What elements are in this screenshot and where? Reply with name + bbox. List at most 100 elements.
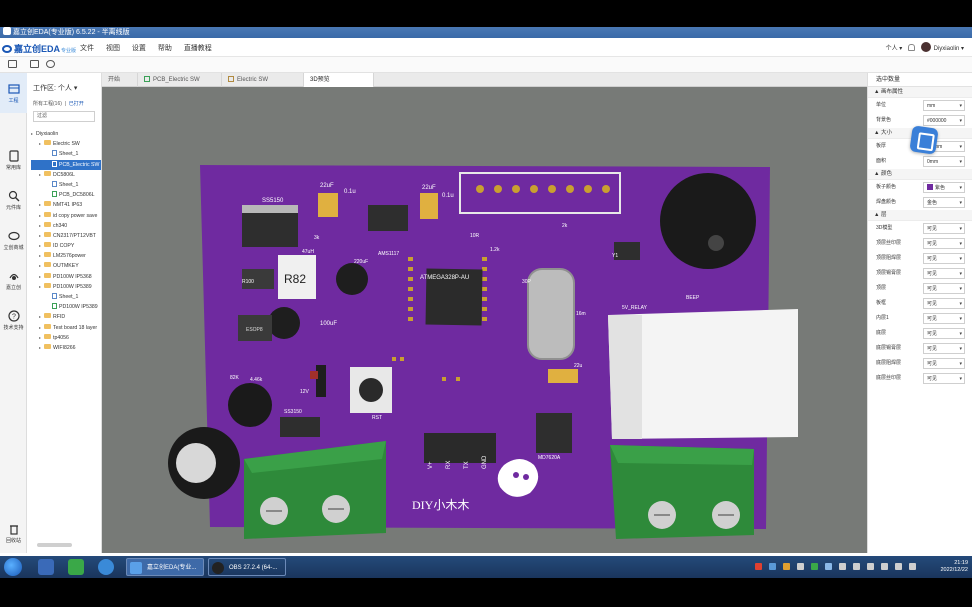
tray-app-icon-2[interactable] bbox=[769, 563, 776, 570]
menu-view[interactable]: 视图 bbox=[106, 45, 120, 52]
tab-start[interactable]: 开始 bbox=[102, 73, 138, 87]
silk-220uf: 220uF bbox=[354, 259, 368, 265]
task-obs[interactable]: OBS 27.2.4 (64-... bbox=[208, 558, 286, 576]
property-value-select[interactable]: 可见 ▾ bbox=[923, 253, 965, 264]
tray-app-icon-1[interactable] bbox=[755, 563, 762, 570]
3d-preview-viewport[interactable]: SS5150 22uF 0.1u 22uF 0.1u AMS1117 47uH … bbox=[102, 87, 867, 553]
nav-jlc[interactable]: 嘉立创 bbox=[0, 270, 27, 291]
media-player-icon[interactable] bbox=[68, 559, 84, 575]
property-value-select[interactable]: 可见 ▾ bbox=[923, 298, 965, 309]
opened-projects-tab[interactable]: 已打开 bbox=[69, 101, 84, 107]
property-value-select[interactable]: 可见 ▾ bbox=[923, 223, 965, 234]
tree-item[interactable]: ▸ tp4056 bbox=[31, 333, 101, 343]
tray-app-icon-7[interactable] bbox=[839, 563, 846, 570]
property-row: 顶层阻焊层 可见 ▾ bbox=[868, 251, 972, 266]
property-value-select[interactable]: 金色 ▾ bbox=[923, 197, 965, 208]
tab-electric-sw[interactable]: Electric SW bbox=[222, 73, 304, 87]
tab-pcb-electric-sw[interactable]: PCB_Electric SW bbox=[138, 73, 222, 87]
tree-scrollbar[interactable] bbox=[37, 543, 72, 547]
tab-3d-preview[interactable]: 3D预览 bbox=[304, 73, 374, 87]
menu-help[interactable]: 帮助 bbox=[158, 45, 172, 52]
tree-item[interactable]: ▸ Test board 18 layer bbox=[31, 323, 101, 333]
tree-item[interactable]: ▸ Electric SW bbox=[31, 139, 101, 149]
property-value-select[interactable]: 可见 ▾ bbox=[923, 328, 965, 339]
tree-item[interactable]: ▸ PD100W IP5368 bbox=[31, 272, 101, 282]
property-value-select[interactable]: 可见 ▾ bbox=[923, 313, 965, 324]
menu-live-tutorial[interactable]: 直播教程 bbox=[184, 45, 212, 52]
tree-item[interactable]: PCB_DC5806L bbox=[31, 190, 101, 200]
all-projects-tab[interactable]: 所有工程(16) bbox=[33, 101, 62, 107]
tree-filter-input[interactable]: 过滤 bbox=[33, 111, 95, 122]
property-value-select[interactable]: 可见 ▾ bbox=[923, 268, 965, 279]
property-value-select[interactable]: mm ▾ bbox=[923, 100, 965, 111]
tray-app-icon-8[interactable] bbox=[853, 563, 860, 570]
property-value-select[interactable]: 紫色 ▾ bbox=[923, 182, 965, 193]
tree-item[interactable]: ▸ Diyxiaolin bbox=[31, 129, 101, 139]
properties-section-header[interactable]: ▲ 颜色 bbox=[868, 169, 972, 180]
tree-item[interactable]: Sheet_1 bbox=[31, 149, 101, 159]
windows-start-icon[interactable] bbox=[4, 558, 22, 576]
tree-item[interactable]: ▸ NMT41 IP63 bbox=[31, 200, 101, 210]
property-value-select[interactable]: 0mm ▾ bbox=[923, 156, 965, 167]
tray-app-icon-4[interactable] bbox=[797, 563, 804, 570]
network-icon[interactable] bbox=[909, 563, 916, 570]
nav-lcsc-mall[interactable]: 立创商城 bbox=[0, 230, 27, 251]
silk-diy-brand: DIY小木木 bbox=[412, 498, 469, 512]
property-row: 内层1 可见 ▾ bbox=[868, 311, 972, 326]
property-value-select[interactable]: 可见 ▾ bbox=[923, 343, 965, 354]
system-clock[interactable]: 21:19 2022/12/22 bbox=[940, 560, 968, 574]
tree-item[interactable]: ▸ ch340 bbox=[31, 221, 101, 231]
tree-item[interactable]: PCB_Electric SW bbox=[31, 159, 101, 170]
tray-app-icon-6[interactable] bbox=[825, 563, 832, 570]
property-value-select[interactable]: 可见 ▾ bbox=[923, 283, 965, 294]
properties-section-header[interactable]: ▲ 画布属性 bbox=[868, 87, 972, 98]
nav-common-library[interactable]: 常用库 bbox=[0, 150, 27, 171]
user-name[interactable]: Diyxiaolin bbox=[934, 46, 960, 52]
property-value-select[interactable]: #000000 ▾ bbox=[923, 115, 965, 126]
pcb-3d-render[interactable]: SS5150 22uF 0.1u 22uF 0.1u AMS1117 47uH … bbox=[102, 87, 867, 553]
app-logo[interactable]: 嘉立创EDA专业版 bbox=[2, 42, 76, 55]
tray-app-icon-5[interactable] bbox=[811, 563, 818, 570]
tree-item[interactable]: Sheet_1 bbox=[31, 180, 101, 190]
tree-item[interactable]: ▸ CN2317/PT12VBT bbox=[31, 231, 101, 241]
nav-project[interactable]: 工程 bbox=[0, 73, 27, 113]
nav-component-library[interactable]: 元件库 bbox=[0, 190, 27, 211]
property-row: 底层锡膏层 可见 ▾ bbox=[868, 341, 972, 356]
property-value-select[interactable]: 可见 ▾ bbox=[923, 238, 965, 249]
network-app-icon[interactable] bbox=[38, 559, 54, 575]
nav-recycle-bin[interactable]: 回收站 bbox=[0, 523, 27, 544]
home-icon[interactable] bbox=[8, 60, 17, 68]
tree-item[interactable]: ▸ LM2576power bbox=[31, 251, 101, 261]
tree-item[interactable]: ▸ DC5806L bbox=[31, 170, 101, 180]
tree-item[interactable]: ▸ PD100W IP5389 bbox=[31, 282, 101, 292]
task-jlceda[interactable]: 嘉立创EDA(专业... bbox=[126, 558, 204, 576]
property-value-select[interactable]: 可见 ▾ bbox=[923, 373, 965, 384]
properties-section-header[interactable]: ▲ 层 bbox=[868, 210, 972, 221]
tree-item[interactable]: ▸ RFID bbox=[31, 312, 101, 322]
tray-app-icon-9[interactable] bbox=[867, 563, 874, 570]
tree-item[interactable]: PD100W IP5389 bbox=[31, 302, 101, 312]
menu-settings[interactable]: 设置 bbox=[132, 45, 146, 52]
property-value: 可见 bbox=[927, 301, 938, 307]
browser-icon[interactable] bbox=[98, 559, 114, 575]
cube-view-icon[interactable] bbox=[46, 60, 55, 68]
nav-support[interactable]: ? 技术支持 bbox=[0, 310, 27, 331]
chevron-down-icon: ▾ bbox=[959, 241, 962, 247]
tray-app-icon-3[interactable] bbox=[783, 563, 790, 570]
tree-item[interactable]: ▸ id copy power save bbox=[31, 211, 101, 221]
3d-view-cube-icon[interactable] bbox=[909, 125, 939, 155]
avatar[interactable] bbox=[920, 42, 931, 52]
property-value-select[interactable]: 可见 ▾ bbox=[923, 358, 965, 369]
team-selector[interactable]: 个人 bbox=[886, 46, 898, 52]
tree-item[interactable]: Sheet_1 bbox=[31, 292, 101, 302]
workspace-selector[interactable]: 工作区: 个人 ▾ bbox=[33, 83, 77, 93]
volume-icon[interactable] bbox=[895, 563, 902, 570]
tree-item[interactable]: ▸ WIFI8266 bbox=[31, 343, 101, 353]
tree-item[interactable]: ▸ ID COPY bbox=[31, 241, 101, 251]
silk-12k: 1.2k bbox=[490, 247, 500, 253]
bell-icon[interactable] bbox=[907, 44, 915, 51]
save-icon[interactable] bbox=[30, 60, 39, 68]
tree-item[interactable]: ▸ OUTMKEY bbox=[31, 261, 101, 271]
menu-file[interactable]: 文件 bbox=[80, 45, 94, 52]
tray-app-icon-10[interactable] bbox=[881, 563, 888, 570]
